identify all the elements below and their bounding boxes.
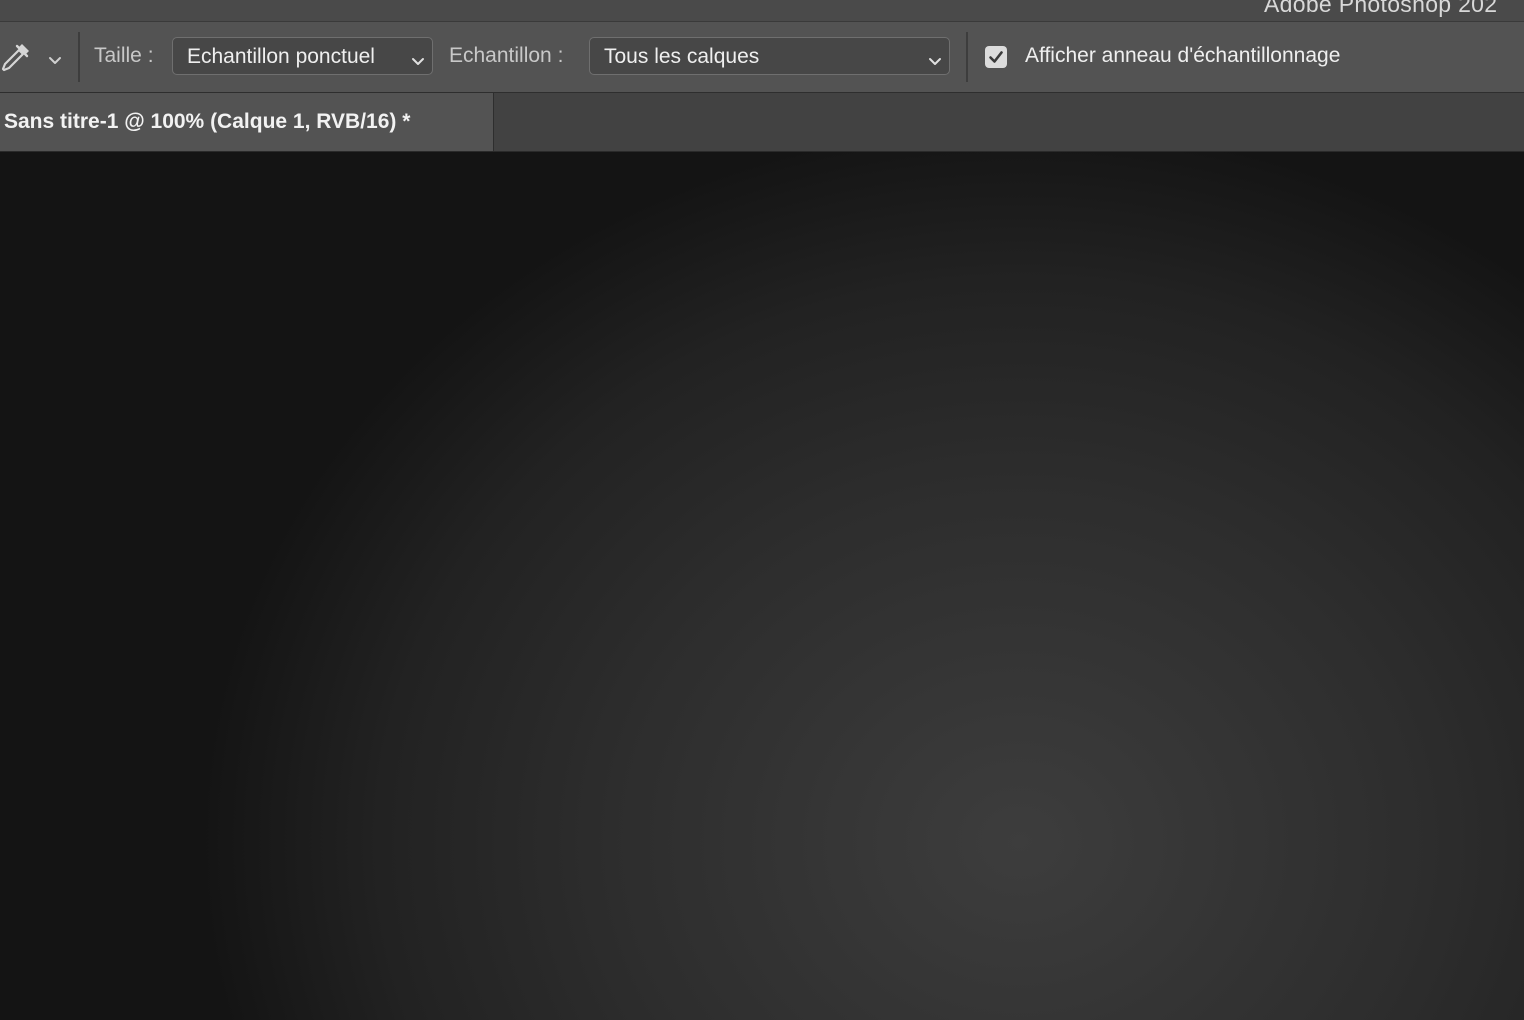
document-tab-title: Sans titre-1 @ 100% (Calque 1, RVB/16) * <box>4 110 411 133</box>
size-label: Taille : <box>94 44 154 67</box>
toolbar-divider <box>78 32 80 82</box>
chevron-down-icon <box>411 53 425 71</box>
sample-label: Echantillon : <box>449 44 564 67</box>
sample-select-value: Tous les calques <box>604 45 760 68</box>
checkmark-icon <box>989 51 1003 63</box>
toolbar-divider <box>966 32 968 82</box>
chevron-down-icon <box>928 53 942 71</box>
document-tab-bar: Sans titre-1 @ 100% (Calque 1, RVB/16) * <box>0 93 1524 152</box>
sample-select[interactable]: Tous les calques <box>589 37 950 75</box>
tool-preset-picker[interactable] <box>0 39 70 75</box>
document-tab[interactable]: Sans titre-1 @ 100% (Calque 1, RVB/16) * <box>0 93 494 151</box>
size-select-value: Echantillon ponctuel <box>187 45 375 68</box>
title-bar: Adobe Photoshop 202 <box>0 0 1524 22</box>
eyedropper-icon <box>0 41 32 78</box>
show-sampling-ring-label[interactable]: Afficher anneau d'échantillonnage <box>1025 44 1340 68</box>
document-canvas[interactable] <box>0 152 1524 1020</box>
chevron-down-icon <box>48 52 62 70</box>
options-bar: Taille : Echantillon ponctuel Echantillo… <box>0 22 1524 93</box>
app-title: Adobe Photoshop 202 <box>1264 0 1498 17</box>
size-select[interactable]: Echantillon ponctuel <box>172 37 433 75</box>
show-sampling-ring-checkbox[interactable] <box>985 46 1007 68</box>
